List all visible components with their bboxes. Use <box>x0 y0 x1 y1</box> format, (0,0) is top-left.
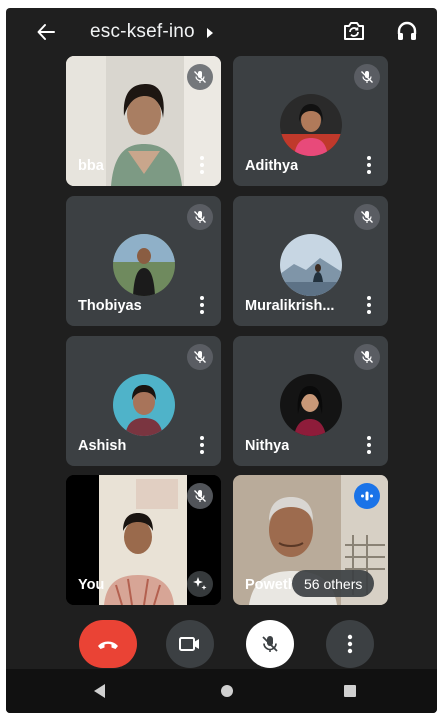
participant-tile-adithya[interactable]: Adithya <box>233 56 388 186</box>
mic-off-icon <box>194 490 206 502</box>
nav-back-triangle-icon[interactable] <box>94 684 106 703</box>
others-count-pill[interactable]: 56 others <box>292 570 375 597</box>
avatar <box>112 234 175 296</box>
more-options-button[interactable] <box>326 620 374 668</box>
end-call-button[interactable] <box>79 620 137 668</box>
mic-off-icon <box>194 71 206 83</box>
nav-recents-square-icon[interactable] <box>343 684 357 703</box>
mic-off-icon <box>194 351 206 363</box>
arrow-left-icon[interactable] <box>32 18 60 46</box>
effects-sparkle-icon[interactable] <box>187 571 213 597</box>
video-camera-icon <box>179 637 199 651</box>
muted-badge <box>187 204 213 230</box>
muted-badge <box>354 344 380 370</box>
mic-off-icon <box>361 71 373 83</box>
more-vertical-icon[interactable] <box>364 156 374 174</box>
participant-name: Thobiyas <box>78 298 142 314</box>
mic-off-icon <box>194 211 206 223</box>
participant-name: Poweth <box>245 577 297 593</box>
participant-name: You <box>78 577 105 593</box>
avatar <box>279 374 342 436</box>
participant-tile-you[interactable]: You <box>66 475 221 605</box>
phone-hangup-icon <box>98 641 118 649</box>
caret-right-icon[interactable] <box>206 25 214 43</box>
avatar <box>279 234 342 296</box>
mic-off-icon <box>361 351 373 363</box>
muted-badge <box>354 204 380 230</box>
speaking-indicator-icon <box>354 483 380 509</box>
nav-home-circle-icon[interactable] <box>220 684 234 703</box>
muted-badge <box>354 64 380 90</box>
more-vertical-icon[interactable] <box>197 156 207 174</box>
participant-tile-bba[interactable]: bba <box>66 56 221 186</box>
participant-name: Muralikrish... <box>245 298 335 314</box>
more-vertical-icon[interactable] <box>364 436 374 454</box>
participant-tile-ashish[interactable]: Ashish <box>66 336 221 466</box>
call-controls <box>6 614 437 668</box>
meet-call-screen: esc-ksef-ino bba Adithya Thobiyas Murali… <box>6 8 437 713</box>
switch-camera-icon[interactable] <box>342 20 366 47</box>
avatar <box>279 94 342 156</box>
muted-badge <box>187 483 213 509</box>
avatar <box>112 374 175 436</box>
muted-badge <box>187 344 213 370</box>
headphones-icon[interactable] <box>396 20 418 47</box>
participant-name: Adithya <box>245 158 299 174</box>
participant-tile-poweth[interactable]: Poweth 56 others <box>233 475 388 605</box>
participant-name: bba <box>78 158 104 174</box>
more-vertical-icon <box>347 634 353 654</box>
participant-name: Nithya <box>245 438 290 454</box>
participant-tile-nithya[interactable]: Nithya <box>233 336 388 466</box>
mic-off-icon <box>262 636 278 652</box>
more-vertical-icon[interactable] <box>364 296 374 314</box>
muted-badge <box>187 64 213 90</box>
more-vertical-icon[interactable] <box>197 296 207 314</box>
camera-toggle-button[interactable] <box>166 620 214 668</box>
mic-off-icon <box>361 211 373 223</box>
participant-name: Ashish <box>78 438 127 454</box>
meeting-code[interactable]: esc-ksef-ino <box>90 21 195 43</box>
mic-toggle-button[interactable] <box>246 620 294 668</box>
system-nav-bar <box>6 669 437 713</box>
top-bar: esc-ksef-ino <box>6 8 437 56</box>
more-vertical-icon[interactable] <box>197 436 207 454</box>
participant-tile-thobiyas[interactable]: Thobiyas <box>66 196 221 326</box>
participant-tile-muralikrish[interactable]: Muralikrish... <box>233 196 388 326</box>
